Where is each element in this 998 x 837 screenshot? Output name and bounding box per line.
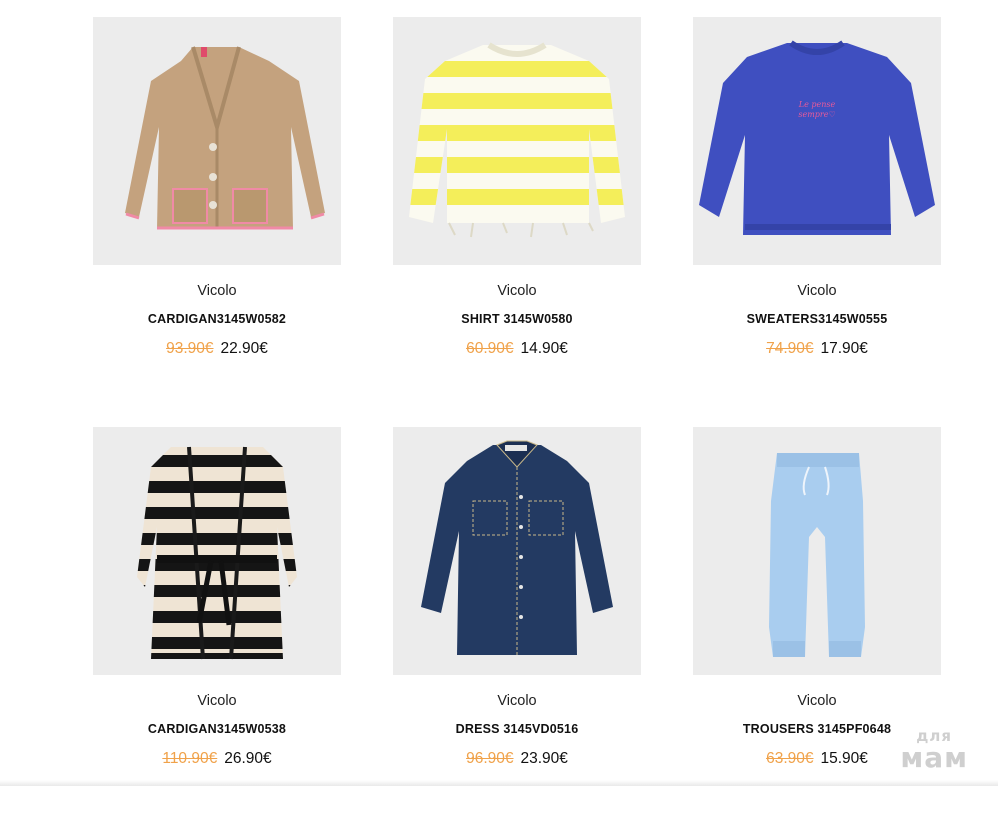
product-brand: Vicolo xyxy=(497,283,537,299)
striped-long-cardigan-icon xyxy=(137,446,297,660)
product-image[interactable] xyxy=(93,17,341,265)
product-card[interactable]: Vicolo CARDIGAN3145W0582 93.90€ 22.90€ xyxy=(93,17,341,427)
sale-price: 23.90€ xyxy=(520,750,568,767)
product-image[interactable] xyxy=(393,17,641,265)
denim-shirt-dress-icon xyxy=(421,440,613,655)
old-price: 96.90€ xyxy=(466,750,514,767)
beige-knit-cardigan-icon xyxy=(125,46,325,230)
product-name[interactable]: CARDIGAN3145W0538 xyxy=(93,720,341,738)
product-name[interactable]: SHIRT 3145W0580 xyxy=(393,310,641,328)
yellow-striped-sweater-icon xyxy=(409,42,625,238)
old-price: 110.90€ xyxy=(162,750,218,767)
product-prices: 74.90€ 17.90€ xyxy=(693,339,941,359)
product-brand: Vicolo xyxy=(797,283,837,299)
product-prices: 96.90€ 23.90€ xyxy=(393,749,641,769)
old-price: 74.90€ xyxy=(766,340,814,357)
sale-price: 17.90€ xyxy=(820,340,868,357)
product-card[interactable]: Vicolo SHIRT 3145W0580 60.90€ 14.90€ xyxy=(393,17,641,427)
sale-price: 26.90€ xyxy=(224,750,272,767)
svg-text:sempre♡: sempre♡ xyxy=(798,110,835,119)
old-price: 60.90€ xyxy=(466,340,514,357)
product-grid: Vicolo CARDIGAN3145W0582 93.90€ 22.90€ V… xyxy=(93,17,941,837)
sale-price: 22.90€ xyxy=(220,340,268,357)
svg-text:Le pense: Le pense xyxy=(798,100,836,109)
product-brand: Vicolo xyxy=(797,693,837,709)
product-name[interactable]: SWEATERS3145W0555 xyxy=(693,310,941,328)
product-brand: Vicolo xyxy=(497,693,537,709)
old-price: 93.90€ xyxy=(166,340,214,357)
product-prices: 60.90€ 14.90€ xyxy=(393,339,641,359)
product-image[interactable] xyxy=(93,427,341,675)
product-card[interactable]: Vicolo CARDIGAN3145W0538 110.90€ 26.90€ xyxy=(93,427,341,837)
product-card[interactable]: Le pense sempre♡ Vicolo SWEATERS3145W055… xyxy=(693,17,941,427)
product-image[interactable]: Le pense sempre♡ xyxy=(693,17,941,265)
product-name[interactable]: CARDIGAN3145W0582 xyxy=(93,310,341,328)
bottom-edge xyxy=(0,780,998,786)
product-prices: 93.90€ 22.90€ xyxy=(93,339,341,359)
product-image[interactable] xyxy=(393,427,641,675)
product-image[interactable] xyxy=(693,427,941,675)
product-prices: 110.90€ 26.90€ xyxy=(93,749,341,769)
sale-price: 14.90€ xyxy=(520,340,568,357)
product-card[interactable]: Vicolo DRESS 3145VD0516 96.90€ 23.90€ xyxy=(393,427,641,837)
old-price: 63.90€ xyxy=(766,750,814,767)
product-brand: Vicolo xyxy=(197,693,237,709)
blue-sweatshirt-icon: Le pense sempre♡ xyxy=(699,40,935,235)
light-blue-joggers-icon xyxy=(769,453,865,657)
product-brand: Vicolo xyxy=(197,283,237,299)
watermark-line2: мам xyxy=(900,741,968,774)
sale-price: 15.90€ xyxy=(820,750,868,767)
product-card[interactable]: Vicolo TROUSERS 3145PF0648 63.90€ 15.90€ xyxy=(693,427,941,837)
watermark-logo: для мам xyxy=(900,729,968,772)
product-name[interactable]: DRESS 3145VD0516 xyxy=(393,720,641,738)
